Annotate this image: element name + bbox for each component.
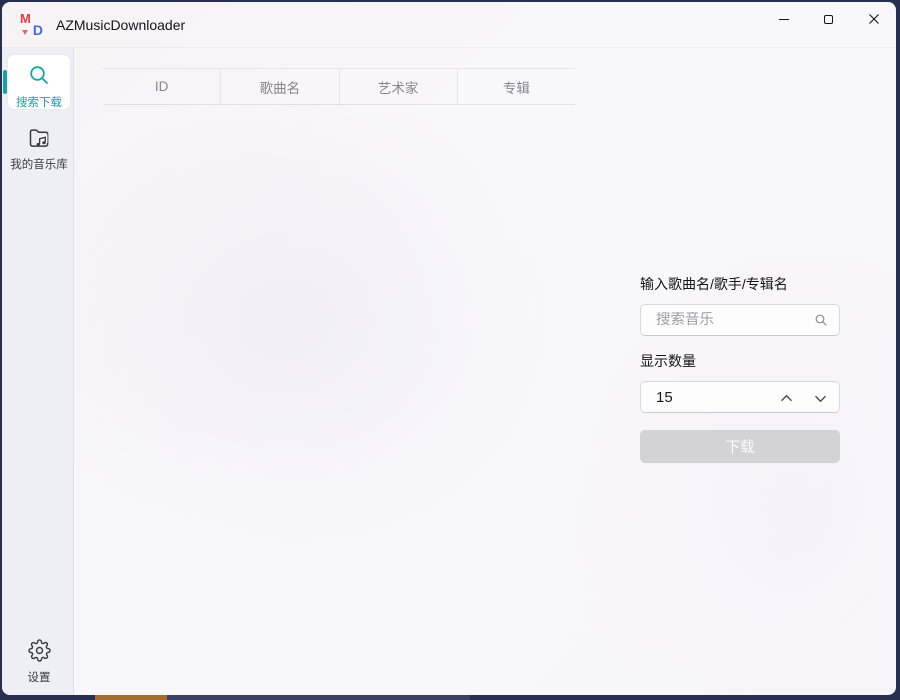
download-button[interactable]: 下载 — [640, 430, 840, 463]
desktop-background: M D AZMusicDownloader — [0, 0, 900, 700]
sidebar-item-my-music-library[interactable]: 我的音乐库 — [8, 116, 70, 172]
results-table-header: ID 歌曲名 艺术家 专辑 — [103, 68, 575, 105]
count-label: 显示数量 — [640, 351, 696, 371]
window-title: AZMusicDownloader — [56, 17, 185, 33]
caption-buttons — [761, 2, 896, 36]
sidebar: 搜索下载 我的音乐库 设置 — [2, 48, 74, 695]
count-value-input[interactable] — [641, 389, 701, 406]
logo-download-arrow-icon — [22, 30, 28, 35]
maximize-button[interactable] — [806, 2, 851, 36]
column-header-id: ID — [103, 69, 221, 104]
chevron-up-icon — [780, 394, 793, 403]
minimize-icon — [779, 19, 789, 20]
minimize-button[interactable] — [761, 2, 806, 36]
spinner-down-button[interactable] — [807, 386, 833, 410]
search-glyph-icon — [814, 313, 828, 327]
sidebar-item-settings[interactable]: 设置 — [8, 631, 70, 687]
column-header-artist: 艺术家 — [340, 69, 458, 104]
logo-letter-d: D — [33, 23, 43, 37]
column-header-album: 专辑 — [458, 69, 575, 104]
search-icon — [27, 63, 51, 87]
title-bar: M D AZMusicDownloader — [2, 2, 896, 48]
column-header-song: 歌曲名 — [221, 69, 339, 104]
close-button[interactable] — [851, 2, 896, 36]
logo-letter-m: M — [20, 12, 31, 25]
sidebar-item-label: 设置 — [8, 669, 70, 685]
sidebar-item-search-download[interactable]: 搜索下载 — [8, 55, 70, 109]
sidebar-item-label: 搜索下载 — [8, 94, 70, 110]
app-window: M D AZMusicDownloader — [2, 2, 896, 695]
music-library-icon — [27, 126, 52, 149]
desktop-edge-accent — [95, 695, 167, 700]
count-spinner — [640, 381, 840, 413]
desktop-edge-accent-2 — [167, 695, 470, 700]
sidebar-item-label: 我的音乐库 — [8, 156, 70, 172]
search-input[interactable] — [641, 312, 814, 328]
gear-icon — [28, 639, 51, 662]
close-icon — [868, 13, 880, 25]
spinner-up-button[interactable] — [773, 386, 799, 410]
search-box — [640, 304, 840, 336]
app-logo-icon: M D — [19, 13, 45, 37]
selected-indicator — [3, 70, 7, 94]
chevron-down-icon — [814, 394, 827, 403]
query-label: 输入歌曲名/歌手/专辑名 — [640, 274, 788, 294]
maximize-icon — [824, 15, 833, 24]
